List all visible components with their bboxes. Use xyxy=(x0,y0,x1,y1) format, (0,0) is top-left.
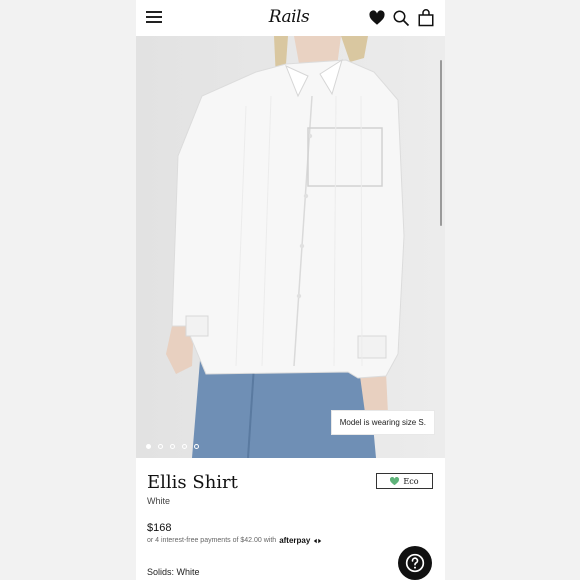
carousel-dot[interactable] xyxy=(158,444,163,449)
afterpay-arrows-icon xyxy=(314,538,322,543)
leaf-heart-icon xyxy=(390,476,400,485)
eco-badge-label: Eco xyxy=(403,476,419,486)
brand-logo[interactable]: Rails xyxy=(264,5,314,29)
scrollbar[interactable] xyxy=(440,60,442,226)
shopping-bag-icon[interactable] xyxy=(417,9,435,27)
carousel-dot[interactable] xyxy=(194,444,199,449)
model-size-note: Model is wearing size S. xyxy=(330,410,435,435)
carousel-dot[interactable] xyxy=(170,444,175,449)
model-photo xyxy=(136,36,445,458)
question-mark-icon xyxy=(405,553,425,573)
installments-note: or 4 interest-free payments of $42.00 wi… xyxy=(147,536,322,545)
installments-text: or 4 interest-free payments of $42.00 wi… xyxy=(147,537,277,544)
help-chat-button[interactable] xyxy=(398,546,432,580)
carousel-dot[interactable] xyxy=(146,444,151,449)
hamburger-menu-icon[interactable] xyxy=(146,11,162,24)
heart-icon[interactable] xyxy=(368,9,386,27)
product-color: White xyxy=(147,496,171,506)
site-header: Rails xyxy=(136,0,445,37)
search-icon[interactable] xyxy=(392,9,410,27)
color-option-label: Solids: White xyxy=(147,567,200,577)
carousel-dot[interactable] xyxy=(182,444,187,449)
product-image[interactable]: Model is wearing size S. xyxy=(136,36,445,458)
image-carousel-dots xyxy=(146,444,199,452)
product-price: $168 xyxy=(147,522,172,534)
afterpay-logo[interactable]: afterpay xyxy=(279,536,310,545)
eco-badge[interactable]: Eco xyxy=(376,473,433,489)
product-title: Ellis Shirt xyxy=(147,472,238,493)
product-page: Rails Model is wearing size S. Ellis Shi… xyxy=(136,0,445,580)
